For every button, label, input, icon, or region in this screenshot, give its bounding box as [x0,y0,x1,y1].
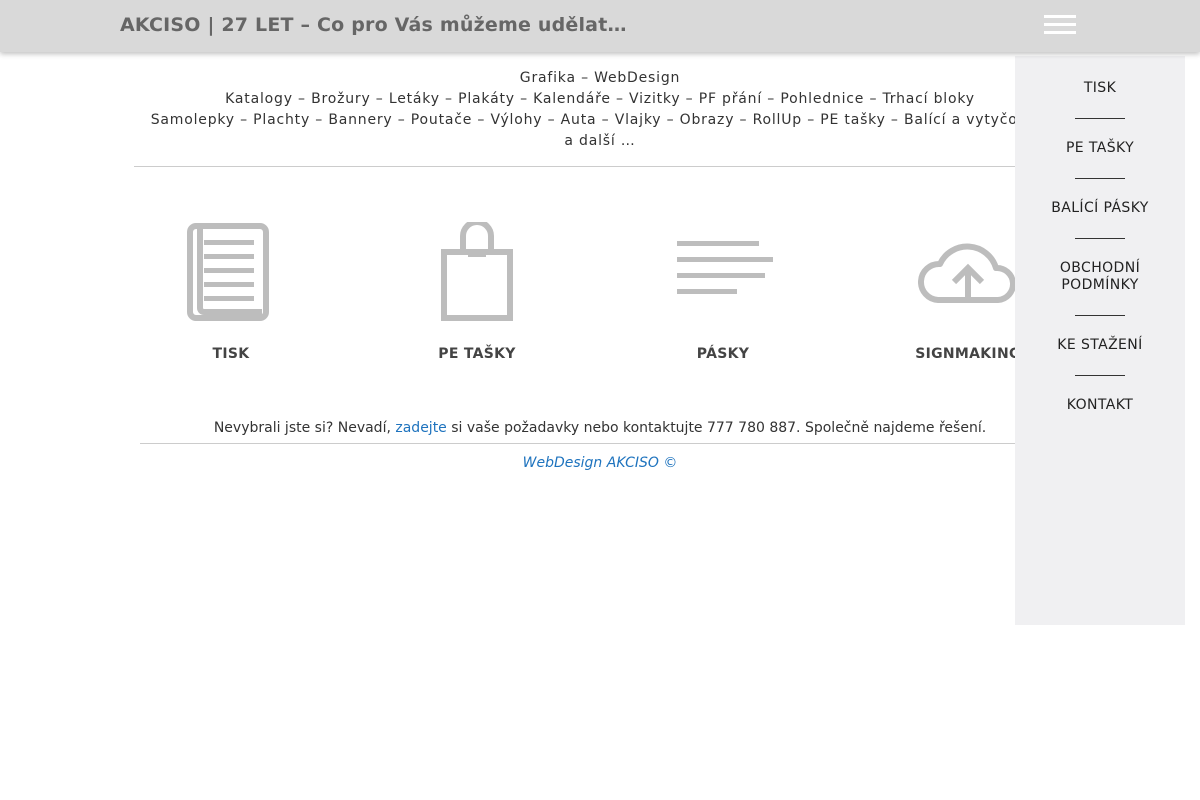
menu-item-balici-pasky[interactable]: BALÍCÍ PÁSKY [1015,200,1185,217]
menu-separator [1075,178,1125,179]
intro-text: Grafika – WebDesign Katalogy – Brožury –… [134,68,1066,152]
menu-list: TISK PE TAŠKY BALÍCÍ PÁSKY OBCHODNÍ PODM… [1015,80,1185,414]
contact-text: si vaše požadavky nebo kontaktujte 777 7… [451,420,987,436]
menu-separator [1075,315,1125,316]
menu-separator [1075,118,1125,119]
hamburger-line [1044,15,1076,18]
menu-item-kontakt[interactable]: KONTAKT [1015,397,1185,414]
menu-item-pe-tasky[interactable]: PE TAŠKY [1015,140,1185,157]
feature-pe-tasky[interactable]: PE TAŠKY [407,222,547,362]
feature-label: PÁSKY [696,346,750,362]
contact-text: Nevybrali jste si? Nevadí, [213,420,391,436]
text-lines-icon [677,241,773,294]
divider [140,443,1060,444]
hamburger-icon[interactable] [1044,15,1076,37]
top-bar: AKCISO | 27 LET – Co pro Vás můžeme uděl… [0,0,1200,52]
intro-line: a další … [564,133,636,149]
shopping-bag-icon [441,222,513,321]
hamburger-line [1044,23,1076,26]
feature-label: PE TAŠKY [438,346,516,362]
menu-separator [1075,238,1125,239]
intro-line: Samolepky – Plachty – Bannery – Poutače … [150,112,1050,128]
divider [134,166,1066,167]
menu-panel: TISK PE TAŠKY BALÍCÍ PÁSKY OBCHODNÍ PODM… [1015,56,1185,625]
cloud-upload-icon [918,243,1016,303]
menu-separator [1075,375,1125,376]
feature-tisk[interactable]: TISK [161,222,301,362]
menu-item-obchodni-podminky[interactable]: OBCHODNÍ PODMÍNKY [1015,260,1185,294]
menu-item-ke-stazeni[interactable]: KE STAŽENÍ [1015,337,1185,354]
intro-line: Grafika – WebDesign [519,70,681,86]
hamburger-line [1044,31,1076,34]
document-icon [187,223,269,321]
menu-item-tisk[interactable]: TISK [1015,80,1185,97]
intro-line: Katalogy – Brožury – Letáky – Plakáty – … [225,91,975,107]
feature-label: TISK [212,346,250,362]
feature-pasky[interactable]: PÁSKY [653,222,793,362]
site-title[interactable]: AKCISO | 27 LET – Co pro Vás můžeme uděl… [120,14,627,36]
contact-link[interactable]: zadejte [395,420,446,436]
